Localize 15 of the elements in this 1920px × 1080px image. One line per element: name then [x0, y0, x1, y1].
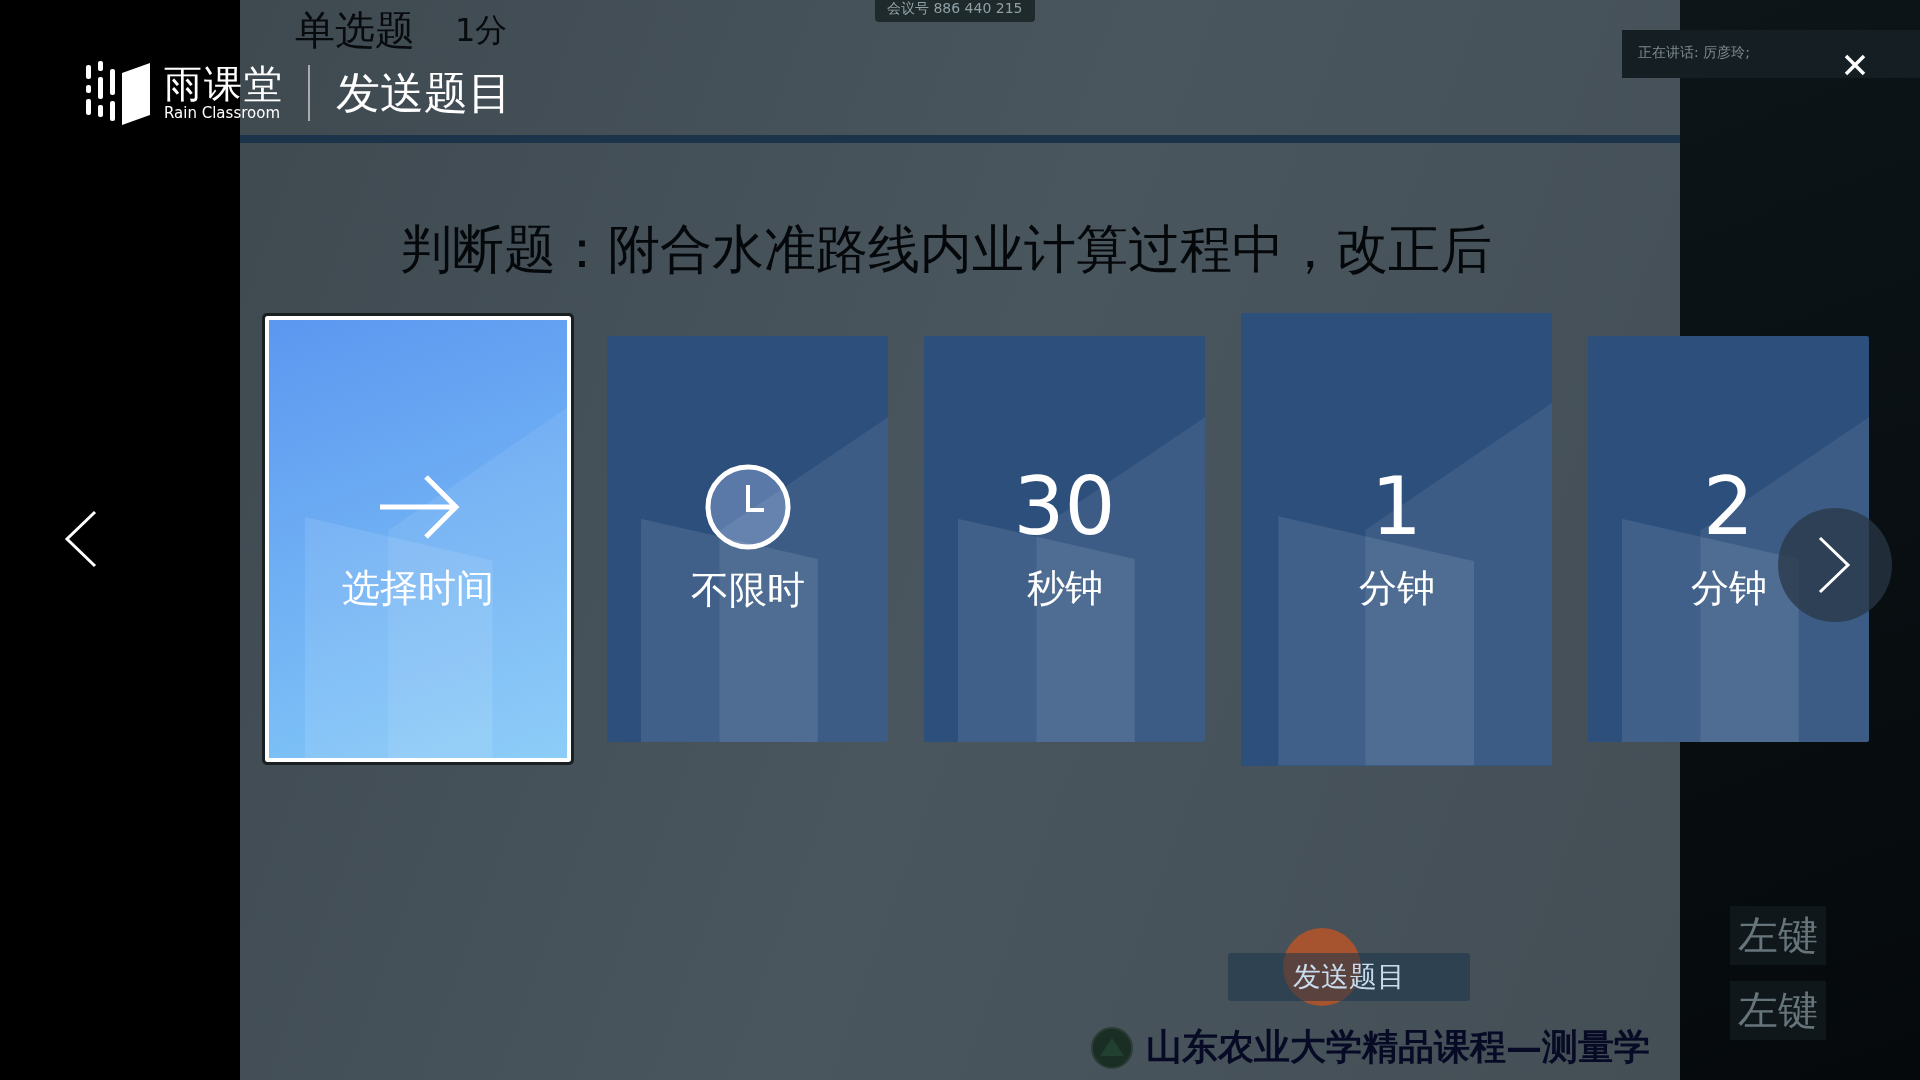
- speaking-status: 正在讲话: 厉彦玲;: [1622, 30, 1920, 78]
- course-footer: 山东农业大学精品课程—测量学: [1146, 1023, 1650, 1072]
- dialog-title: 发送题目: [336, 65, 512, 120]
- question-type: 单选题: [295, 6, 415, 54]
- time-option-card[interactable]: 2 分钟: [1588, 336, 1869, 742]
- time-option-card[interactable]: 不限时: [607, 336, 888, 742]
- question-score: 1分: [455, 10, 508, 51]
- time-option-card[interactable]: 30 秒钟: [924, 336, 1205, 742]
- key-hint: 左键: [1730, 906, 1826, 965]
- question-text: 判断题：附合水准路线内业计算过程中，改正后: [399, 218, 1493, 281]
- brand-name: 雨课堂: [164, 64, 284, 104]
- key-hint: 左键: [1730, 981, 1826, 1040]
- time-option-card[interactable]: 1 分钟: [1241, 312, 1552, 766]
- brand-subtitle: Rain Classroom: [164, 104, 281, 122]
- meeting-number: 会议号 886 440 215: [875, 0, 1035, 22]
